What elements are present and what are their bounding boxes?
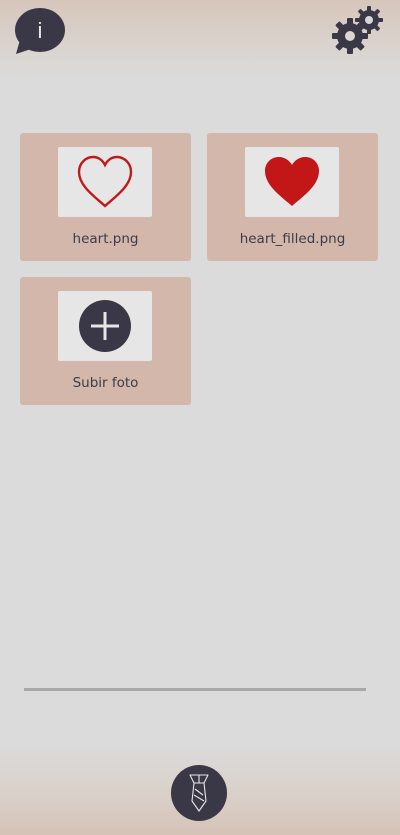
settings-button[interactable] — [330, 4, 386, 56]
gears-icon — [332, 6, 383, 54]
tie-icon — [189, 774, 209, 812]
plus-circle-icon — [79, 300, 131, 352]
item-label: Subir foto — [72, 375, 139, 391]
item-label: heart.png — [72, 231, 139, 247]
thumbnail — [58, 147, 152, 217]
upload-photo-tile[interactable]: Subir foto — [20, 277, 191, 405]
heart-outline-icon — [77, 155, 133, 208]
divider — [24, 688, 366, 691]
gallery-item-heart-filled[interactable]: heart_filled.png — [207, 133, 378, 261]
thumbnail — [58, 291, 152, 361]
heart-filled-icon — [265, 157, 319, 206]
thumbnail — [245, 147, 339, 217]
item-label: heart_filled.png — [239, 231, 346, 247]
info-speech-bubble-icon: i — [15, 8, 65, 54]
info-button[interactable]: i — [14, 7, 68, 57]
main-action-button[interactable] — [171, 765, 227, 821]
gallery-item-heart[interactable]: heart.png — [20, 133, 191, 261]
svg-text:i: i — [38, 18, 43, 43]
